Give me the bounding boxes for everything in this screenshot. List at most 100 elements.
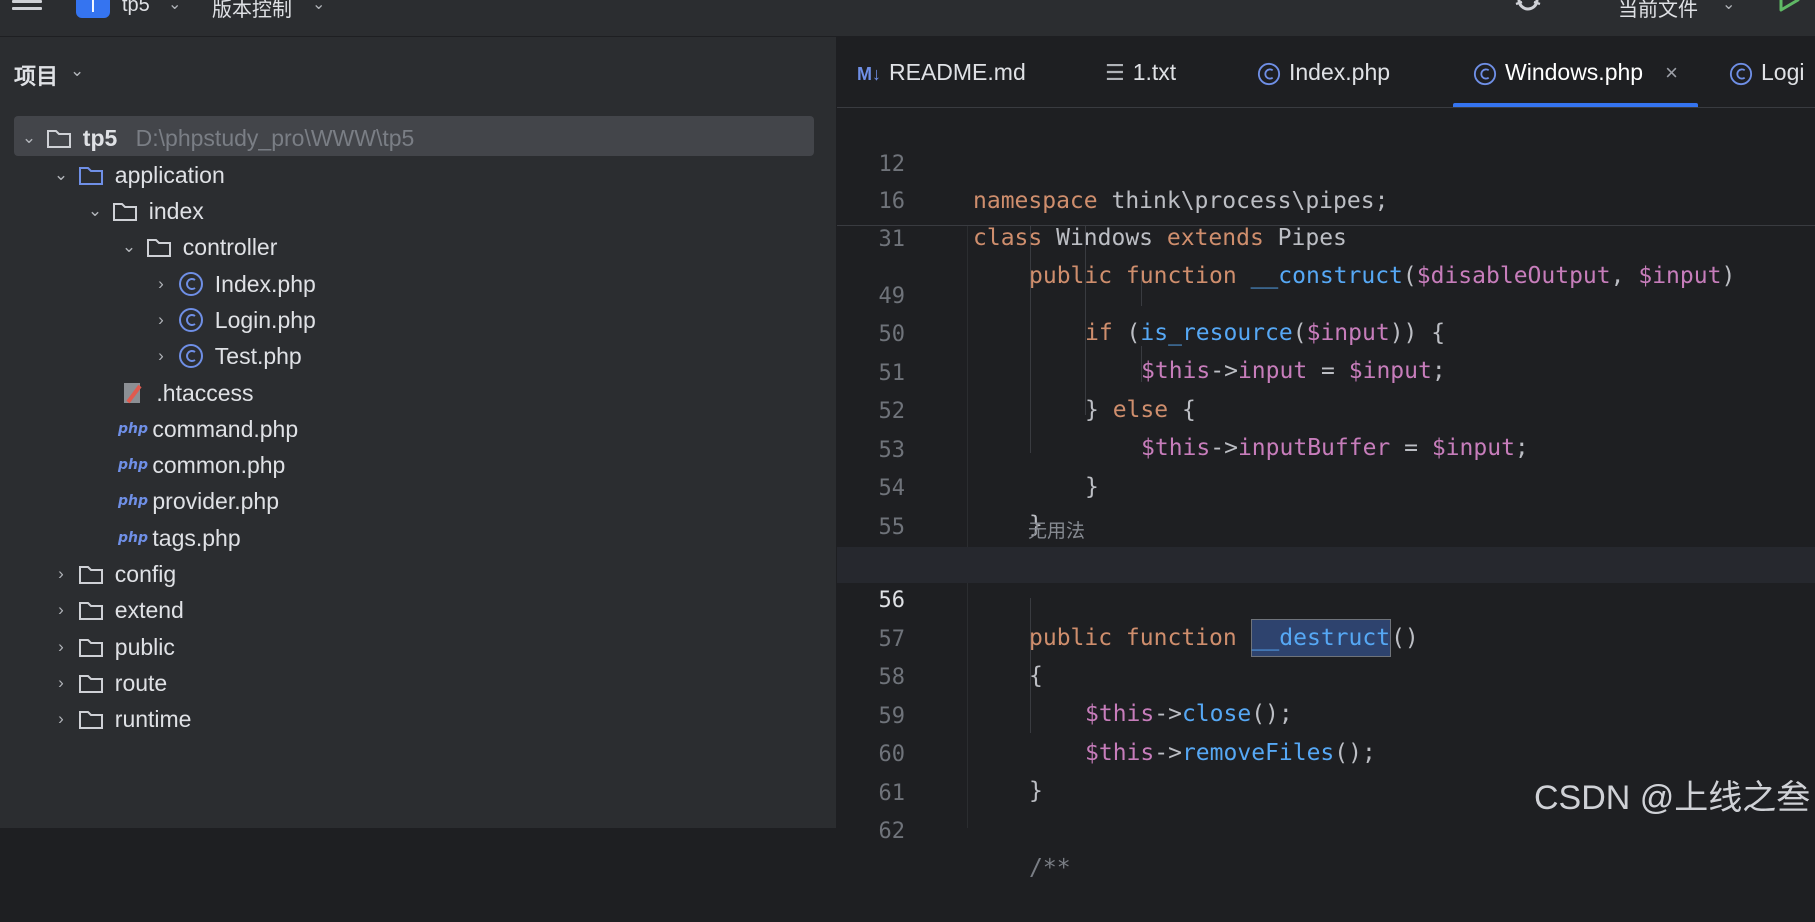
tab-label: Index.php	[1289, 59, 1391, 85]
inlay-usages-hint[interactable]: 无用法	[1028, 516, 1085, 543]
folder-icon	[147, 238, 172, 257]
sticky-line[interactable]: 16 class Windows extends Pipes	[837, 148, 1815, 251]
tab-label: Windows.php	[1505, 59, 1644, 85]
tab-1-txt[interactable]: ☰ 1.txt	[1105, 37, 1176, 107]
php-class-icon	[1473, 62, 1497, 85]
php-class-icon	[179, 271, 204, 296]
tree-item-label: runtime	[114, 705, 192, 732]
sticky-line[interactable]: 31 public function __construct($disableO…	[837, 186, 1815, 289]
source-folder-icon	[79, 166, 104, 185]
watermark: CSDN @上线之叁	[1534, 779, 1811, 817]
code-line[interactable]: 58 $this->close();	[837, 624, 1815, 727]
run-icon[interactable]	[1776, 0, 1802, 14]
php-class-icon	[179, 343, 204, 368]
tree-root[interactable]: ⌄ tp5 D:\phpstudy_pro\WWW\tp5	[14, 116, 814, 156]
tree-item-test-php[interactable]: › Test.php	[150, 334, 302, 374]
code-text: /**	[1029, 855, 1071, 881]
code-editor[interactable]: 12 namespace think\process\pipes; 16 cla…	[837, 108, 1815, 881]
line-number: 62	[878, 819, 906, 844]
folder-icon	[79, 565, 104, 584]
php-class-icon	[1257, 62, 1281, 85]
run-config-selector[interactable]: 当前文件	[1618, 0, 1698, 22]
tree-item-label: public	[114, 633, 175, 660]
tree-item-label: provider.php	[152, 487, 279, 514]
tree-item-label: Index.php	[214, 270, 316, 297]
code-line[interactable]: 55	[837, 474, 1815, 540]
main-menu-icon[interactable]	[12, 0, 42, 14]
php-file-icon: php	[118, 492, 149, 509]
code-text: public function __construct($disableOutp…	[1029, 263, 1736, 289]
tree-item-provider-php[interactable]: php provider.php	[118, 479, 279, 519]
tree-item-label: route	[114, 669, 168, 696]
chevron-right-icon[interactable]: ›	[50, 590, 72, 630]
line-number: 55	[878, 515, 906, 540]
tab-windows-php[interactable]: Windows.php ×	[1453, 37, 1698, 107]
tree-item-label: common.php	[152, 451, 286, 478]
text-file-icon: ☰	[1105, 60, 1125, 85]
chevron-down-icon[interactable]: ⌄	[50, 155, 72, 195]
tree-item-runtime[interactable]: › runtime	[50, 697, 191, 737]
code-text: class Windows extends Pipes	[973, 225, 1347, 251]
tree-item-index[interactable]: ⌄ index	[84, 189, 204, 229]
tree-item-common-php[interactable]: php common.php	[118, 443, 285, 483]
main-toolbar: T tp5 ⌄ 版本控制 ⌄ 当前文件 ⌄	[0, 0, 1815, 37]
tree-item-index-php[interactable]: › Index.php	[150, 262, 316, 302]
tree-item-application[interactable]: ⌄ application	[50, 153, 225, 193]
vcs-menu[interactable]: 版本控制	[212, 0, 292, 22]
tree-item-htaccess[interactable]: .htaccess	[120, 371, 254, 411]
tree-item-controller[interactable]: ⌄ controller	[118, 225, 278, 267]
tree-item-config[interactable]: › config	[50, 552, 176, 592]
tree-item-public[interactable]: › public	[50, 625, 175, 665]
line-number: 31	[878, 227, 906, 252]
tree-item-route[interactable]: › route	[50, 661, 167, 701]
code-line[interactable]: 54 }	[837, 435, 1815, 538]
tree-item-label: index	[148, 197, 204, 224]
folder-icon	[79, 710, 104, 729]
chevron-down-icon[interactable]: ⌄	[118, 227, 140, 267]
code-line[interactable]: 57 {	[837, 586, 1815, 689]
tab-label: Logi	[1761, 59, 1805, 85]
sticky-line[interactable]: 12 namespace think\process\pipes;	[837, 111, 1815, 214]
tree-root-label: tp5	[82, 124, 118, 151]
editor-tabs: M↓ README.md ☰ 1.txt Index.php Windows.php…	[837, 37, 1815, 108]
code-line[interactable]: 53 }	[837, 397, 1815, 500]
tree-item-tags-php[interactable]: php tags.php	[118, 516, 241, 556]
chevron-down-icon[interactable]: ⌄	[70, 61, 84, 81]
code-line-current[interactable]: 56 public function __destruct()	[837, 547, 1815, 657]
code-line[interactable]: 60 }	[837, 701, 1815, 804]
sticky-lines[interactable]: 12 namespace think\process\pipes; 16 cla…	[837, 108, 1815, 289]
tree-item-label: command.php	[152, 415, 299, 442]
chevron-right-icon[interactable]: ›	[50, 699, 72, 739]
code-line[interactable]: 52 $this->inputBuffer = $input;	[837, 358, 1815, 461]
folder-icon	[113, 202, 138, 221]
chevron-down-icon[interactable]: ⌄	[1722, 0, 1735, 14]
project-panel: 项目 ⌄ ⌄ tp5 D:\phpstudy_pro\WWW\tp5 ⌄ app…	[0, 37, 836, 828]
project-badge[interactable]: T	[76, 0, 110, 18]
debug-icon[interactable]	[1512, 0, 1544, 14]
chevron-down-icon[interactable]: ⌄	[168, 0, 181, 14]
tree-item-login-php[interactable]: › Login.php	[150, 298, 316, 338]
panel-title[interactable]: 项目	[14, 59, 58, 91]
project-switcher[interactable]: tp5	[122, 0, 150, 17]
code-line[interactable]: 51 } else {	[837, 320, 1815, 423]
tab-index-php[interactable]: Index.php	[1257, 37, 1390, 107]
tree-item-label: config	[114, 560, 177, 587]
folder-icon	[47, 129, 72, 148]
markdown-icon: M↓	[857, 64, 881, 84]
tree-item-label: Test.php	[214, 342, 302, 369]
tree-item-extend[interactable]: › extend	[50, 588, 184, 628]
folder-icon	[79, 638, 104, 657]
chevron-down-icon[interactable]: ⌄	[18, 118, 40, 158]
code-line[interactable]: 59 $this->removeFiles();	[837, 663, 1815, 766]
tab-login-php[interactable]: Logi	[1729, 37, 1804, 107]
tab-label: README.md	[889, 59, 1026, 85]
chevron-down-icon[interactable]: ⌄	[312, 0, 325, 14]
chevron-right-icon[interactable]: ›	[150, 336, 172, 376]
chevron-down-icon[interactable]: ⌄	[84, 191, 106, 231]
folder-icon	[79, 601, 104, 620]
tab-readme[interactable]: M↓ README.md	[857, 37, 1026, 107]
close-icon[interactable]: ×	[1665, 60, 1678, 85]
tree-item-label: controller	[182, 233, 278, 260]
tree-item-command-php[interactable]: php command.php	[118, 407, 298, 447]
tree-item-label: application	[114, 161, 225, 188]
